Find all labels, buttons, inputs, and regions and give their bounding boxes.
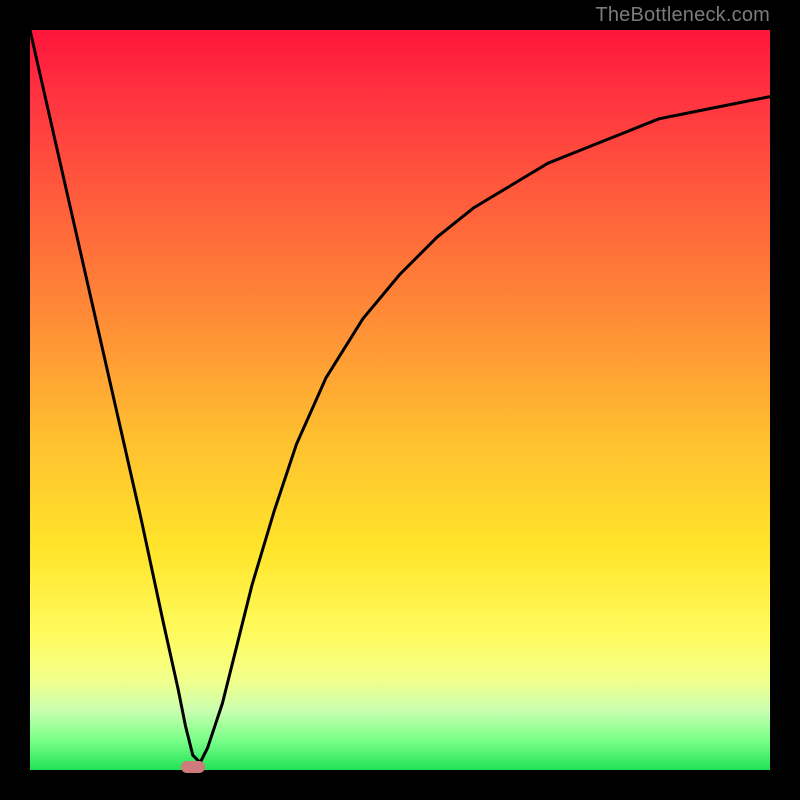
curve-svg — [30, 30, 770, 770]
watermark-text: TheBottleneck.com — [595, 4, 770, 27]
optimum-marker — [181, 761, 205, 773]
plot-area — [30, 30, 770, 770]
chart-frame: TheBottleneck.com — [0, 0, 800, 800]
bottleneck-curve — [30, 30, 770, 763]
